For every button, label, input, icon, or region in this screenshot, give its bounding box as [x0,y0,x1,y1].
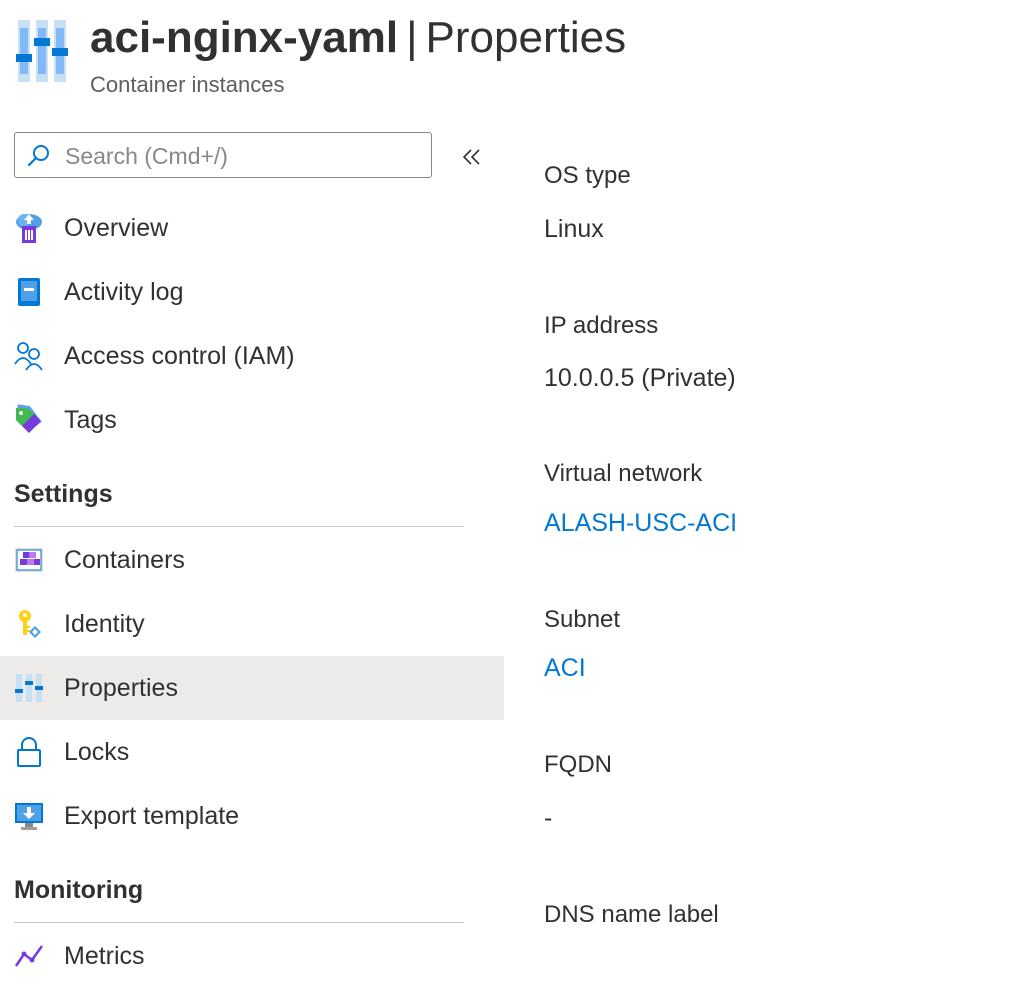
sidebar-item-label: Access control (IAM) [64,342,295,370]
search-icon [27,145,49,167]
title-separator: | [406,13,418,62]
prop-label-dns-name-label: DNS name label [544,901,719,928]
search-input[interactable] [63,139,427,173]
double-chevron-left-icon[interactable] [460,145,484,169]
sidebar-item-label: Containers [64,546,185,574]
prop-label-ip-address: IP address [544,312,659,339]
sidebar-item-metrics[interactable]: Metrics [0,924,504,988]
sidebar-item-activity-log[interactable]: Activity log [0,260,504,324]
search-box[interactable] [14,132,432,178]
activity-log-icon [18,278,40,306]
sidebar-item-label: Export template [64,802,240,830]
sidebar-item-export-template[interactable]: Export template [0,784,504,848]
properties-sliders-icon [16,20,68,82]
prop-value-ip-address: 10.0.0.5 (Private) [544,364,736,392]
sidebar-item-label: Properties [64,674,178,702]
containers-icon [15,548,43,572]
prop-label-virtual-network: Virtual network [544,460,703,487]
tag-icon [16,404,42,433]
sidebar-item-containers[interactable]: Containers [0,528,504,592]
page-header: aci-nginx-yaml | Properties Container inst… [0,0,1030,110]
sidebar-item-label: Overview [64,214,169,242]
section-monitoring: Monitoring [0,848,504,924]
sidebar-item-label: Locks [64,738,130,766]
prop-label-fqdn: FQDN [544,751,612,778]
sidebar-item-label: Metrics [64,942,145,970]
sidebar-nav: Overview Activity log Access control (IA… [0,196,504,988]
section-title: Settings [14,480,113,508]
people-icon [14,342,43,371]
properties-sliders-icon [15,674,43,702]
overview-cloud-icon [16,214,42,243]
prop-value-fqdn: - [544,804,553,832]
section-settings: Settings [0,452,504,528]
section-divider [14,526,464,527]
subnet-link[interactable]: ACI [544,654,586,683]
virtual-network-link[interactable]: ALASH-USC-ACI [544,509,737,538]
section-title: Monitoring [14,876,144,904]
sidebar-item-locks[interactable]: Locks [0,720,504,784]
blade-title: Properties [425,13,627,62]
resource-type-subtitle: Container instances [90,72,285,97]
sidebar-item-properties[interactable]: Properties [0,656,504,720]
prop-label-os-type: OS type [544,162,631,189]
key-icon [19,610,41,638]
lock-icon [17,737,41,767]
metrics-icon [14,945,44,967]
section-divider [14,922,464,923]
sidebar-item-label: Tags [64,406,117,434]
prop-value-os-type: Linux [544,215,604,243]
prop-label-subnet: Subnet [544,606,621,633]
resource-name: aci-nginx-yaml [90,13,399,62]
sidebar-item-label: Identity [64,610,145,638]
sidebar-item-identity[interactable]: Identity [0,592,504,656]
sidebar-item-tags[interactable]: Tags [0,388,504,452]
export-template-icon [15,803,43,830]
page-title: aci-nginx-yaml | Properties [90,10,626,66]
sidebar-item-access-control[interactable]: Access control (IAM) [0,324,504,388]
sidebar-item-label: Activity log [64,278,184,306]
sidebar-item-overview[interactable]: Overview [0,196,504,260]
